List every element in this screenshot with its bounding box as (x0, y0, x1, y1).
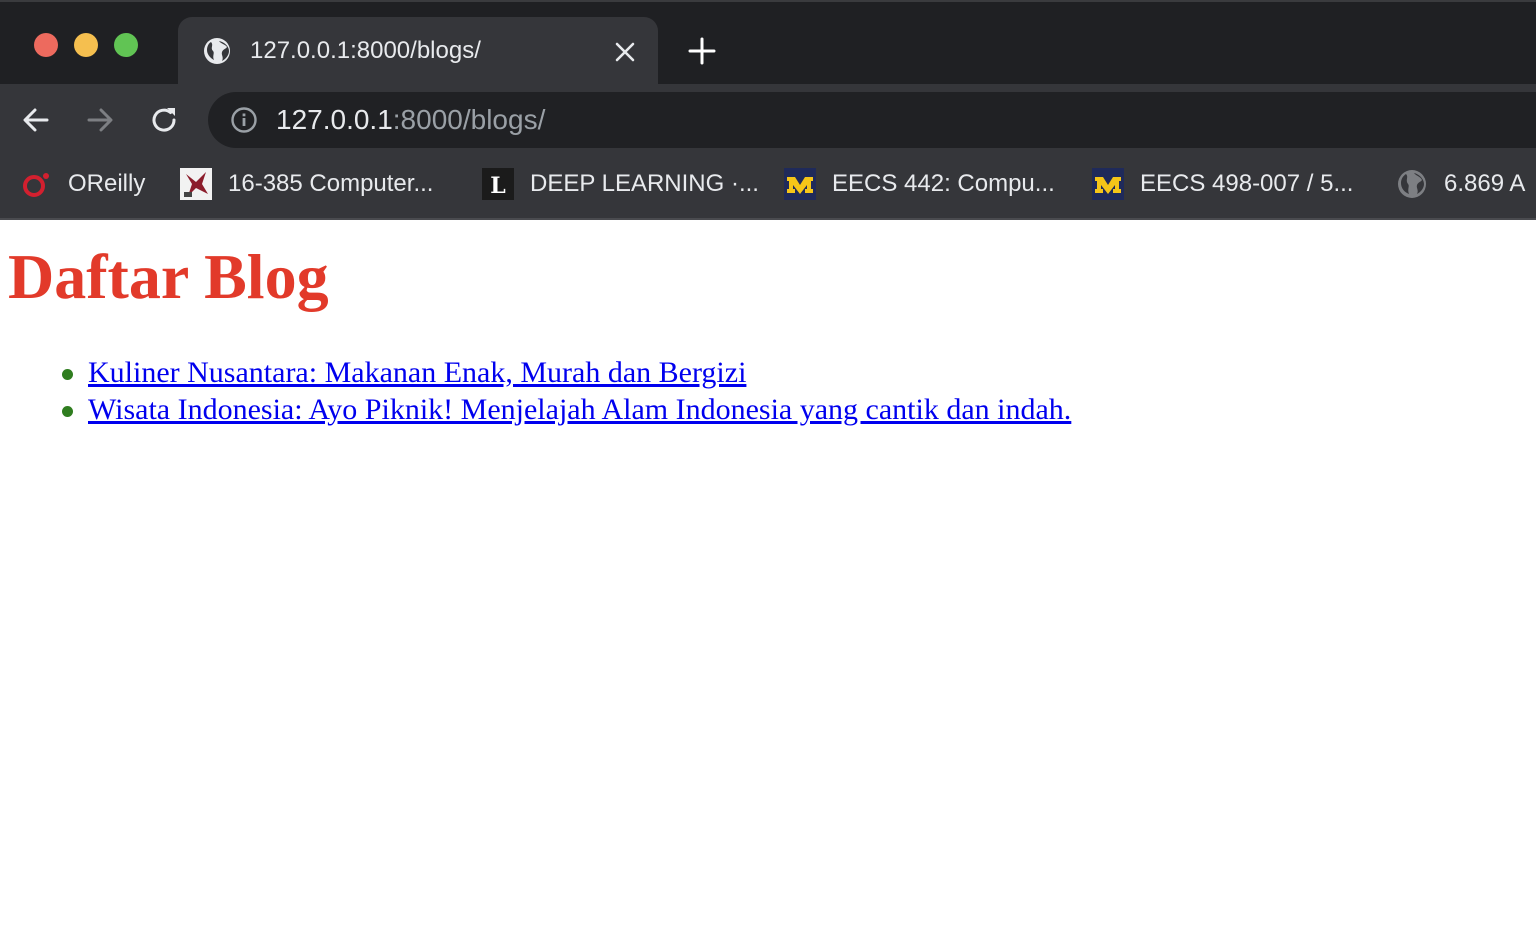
oreilly-icon (23, 173, 49, 197)
list-item: Kuliner Nusantara: Makanan Enak, Murah d… (0, 354, 1071, 391)
tab-strip: 127.0.0.1:8000/blogs/ (0, 0, 1536, 86)
forward-arrow-icon[interactable] (84, 104, 116, 136)
svg-text:L: L (490, 173, 505, 199)
bookmark-label: DEEP LEARNING ·... (530, 170, 759, 197)
list-item: Wisata Indonesia: Ayo Piknik! Menjelajah… (0, 391, 1071, 428)
close-icon[interactable] (614, 41, 636, 63)
window-close-button[interactable] (34, 33, 58, 57)
letter-l-icon: L (482, 168, 514, 200)
browser-toolbar: 127.0.0.1:8000/blogs/ (0, 84, 1536, 156)
michigan-icon (784, 168, 816, 200)
globe-icon (1398, 170, 1426, 198)
bookmark-label: 16-385 Computer... (228, 170, 434, 197)
bookmark-label: OReilly (68, 170, 146, 197)
bookmark-label: 6.869 A (1444, 170, 1526, 197)
page-content: Daftar Blog Kuliner Nusantara: Makanan E… (0, 222, 1536, 944)
page-title: Daftar Blog (8, 241, 329, 312)
bookmark-eecs-498[interactable]: EECS 498-007 / 5... (1092, 168, 1353, 200)
blog-link[interactable]: Kuliner Nusantara: Makanan Enak, Murah d… (88, 356, 746, 389)
blog-link[interactable]: Wisata Indonesia: Ayo Piknik! Menjelajah… (88, 393, 1071, 426)
window-maximize-button[interactable] (114, 33, 138, 57)
bookmark-16-385[interactable]: 16-385 Computer... (180, 168, 433, 200)
url-host: 127.0.0.1 (276, 104, 393, 135)
blog-list: Kuliner Nusantara: Makanan Enak, Murah d… (0, 354, 1071, 428)
globe-icon (204, 38, 230, 64)
active-tab[interactable]: 127.0.0.1:8000/blogs/ (178, 17, 658, 86)
bullet-icon (62, 369, 73, 380)
bullet-icon (62, 406, 73, 417)
tab-title: 127.0.0.1:8000/blogs/ (250, 37, 481, 64)
michigan-icon (1092, 168, 1124, 200)
address-bar[interactable]: 127.0.0.1:8000/blogs/ (208, 92, 1536, 148)
bookmark-deep-learning[interactable]: L DEEP LEARNING ·... (482, 168, 759, 200)
bookmark-oreilly[interactable]: OReilly (20, 168, 145, 200)
url-text[interactable]: 127.0.0.1:8000/blogs/ (276, 104, 545, 136)
back-arrow-icon[interactable] (20, 104, 52, 136)
new-tab-icon[interactable] (688, 37, 716, 65)
reload-icon[interactable] (148, 104, 180, 136)
bookmark-eecs-442[interactable]: EECS 442: Compu... (784, 168, 1055, 200)
bookmark-label: EECS 498-007 / 5... (1140, 170, 1354, 197)
bookmark-label: EECS 442: Compu... (832, 170, 1055, 197)
window-minimize-button[interactable] (74, 33, 98, 57)
bookmark-6-869[interactable]: 6.869 A (1396, 168, 1525, 200)
info-icon[interactable] (230, 106, 258, 134)
bookmarks-bar: OReilly 16-385 Computer... L DEEP LEARNI… (0, 156, 1536, 220)
cmu-icon (180, 168, 212, 200)
url-path: :8000/blogs/ (392, 104, 546, 135)
